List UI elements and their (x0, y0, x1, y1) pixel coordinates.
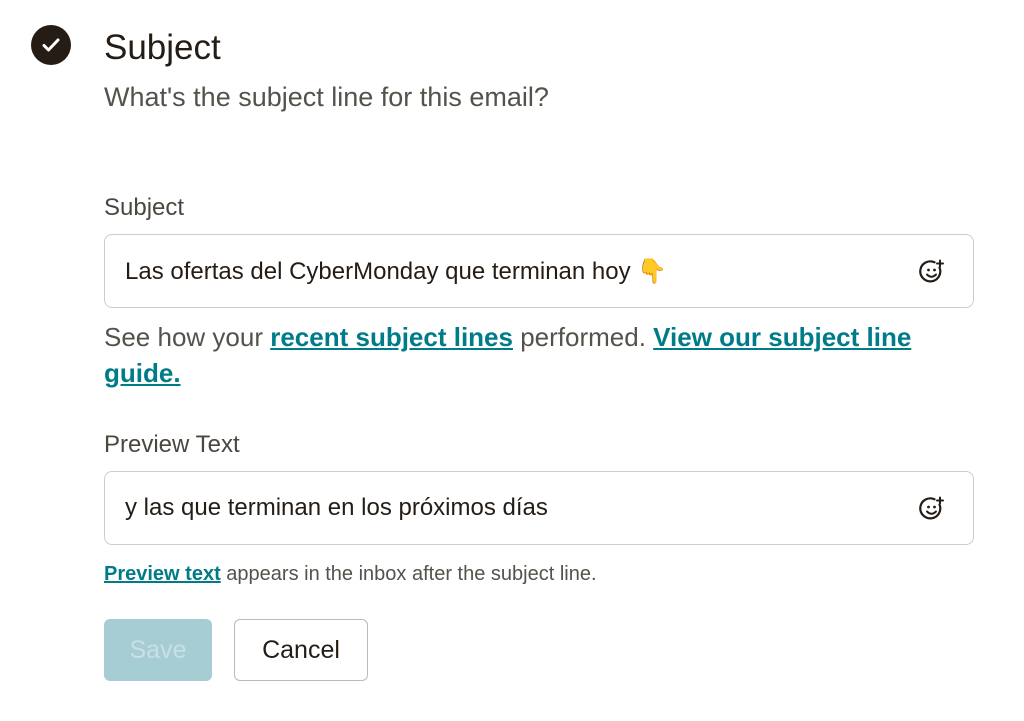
preview-help-suffix: appears in the inbox after the subject l… (220, 563, 597, 585)
cancel-button[interactable]: Cancel (234, 619, 368, 681)
subject-input[interactable] (125, 235, 895, 307)
preview-text-help: Preview text appears in the inbox after … (104, 561, 597, 587)
subject-help-prefix: See how your (104, 322, 271, 352)
save-button[interactable]: Save (104, 619, 212, 681)
subject-input-wrapper (104, 234, 974, 308)
section-title: Subject (104, 28, 221, 67)
preview-text-input-wrapper (104, 471, 974, 545)
preview-text-label: Preview Text (104, 431, 240, 458)
recent-subject-lines-link[interactable]: recent subject lines (270, 322, 513, 352)
emoji-add-icon[interactable] (917, 257, 947, 287)
preview-text-link[interactable]: Preview text (104, 563, 221, 585)
subject-editor-panel: Subject What's the subject line for this… (0, 0, 1024, 721)
preview-text-input[interactable] (125, 472, 895, 544)
subject-label: Subject (104, 194, 185, 221)
subject-help-middle: performed. (512, 322, 654, 352)
section-subtitle: What's the subject line for this email? (104, 82, 549, 112)
subject-help-text: See how your recent subject lines perfor… (104, 319, 976, 391)
check-circle-icon (31, 25, 71, 65)
emoji-add-icon[interactable] (917, 494, 947, 524)
